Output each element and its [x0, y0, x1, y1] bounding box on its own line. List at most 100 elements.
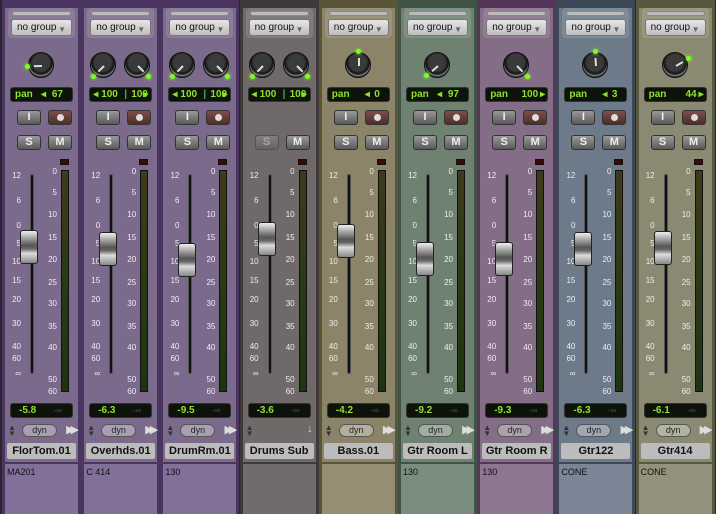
- solo-button[interactable]: S: [571, 135, 596, 150]
- dyn-button[interactable]: dyn: [101, 424, 137, 437]
- record-enable-button[interactable]: [364, 110, 389, 125]
- fast-forward-icon[interactable]: ▶▶: [145, 423, 158, 436]
- mute-button[interactable]: M: [48, 135, 72, 150]
- fast-forward-icon[interactable]: ▶▶: [541, 423, 554, 436]
- insert-button[interactable]: I: [175, 110, 200, 125]
- pan-knob[interactable]: [503, 52, 531, 80]
- group-selector[interactable]: no group ▼: [407, 19, 468, 36]
- comments-field[interactable]: 130: [163, 462, 237, 514]
- mute-button[interactable]: M: [285, 135, 310, 150]
- record-enable-button[interactable]: [127, 110, 152, 125]
- group-selector[interactable]: no group ▼: [327, 19, 389, 36]
- automation-mode-arrows-icon[interactable]: ▲ ▼: [562, 424, 570, 438]
- pan-knob[interactable]: [344, 48, 371, 78]
- record-enable-button[interactable]: [681, 110, 706, 125]
- fast-forward-icon[interactable]: ▶▶: [383, 423, 396, 436]
- pan-knob[interactable]: [582, 48, 609, 78]
- pan-knob-left[interactable]: [90, 52, 117, 80]
- comments-field[interactable]: 130: [401, 462, 474, 514]
- volume-display[interactable]: -9.5 -∞: [168, 403, 232, 418]
- volume-display[interactable]: -9.3 -∞: [485, 403, 549, 418]
- mute-button[interactable]: M: [206, 135, 231, 150]
- mute-button[interactable]: M: [523, 135, 548, 150]
- solo-button[interactable]: S: [413, 135, 437, 150]
- mute-button[interactable]: M: [602, 135, 627, 150]
- record-enable-button[interactable]: [206, 110, 231, 125]
- dyn-button[interactable]: dyn: [22, 424, 57, 437]
- solo-button[interactable]: S: [17, 135, 41, 150]
- fast-forward-icon[interactable]: ▶▶: [224, 423, 237, 436]
- solo-button[interactable]: S: [333, 135, 358, 150]
- insert-button[interactable]: I: [492, 110, 517, 125]
- volume-display[interactable]: -3.6 -∞: [247, 403, 311, 418]
- track-name[interactable]: Bass.01: [323, 443, 393, 459]
- group-selector[interactable]: no group ▼: [565, 19, 627, 36]
- group-selector[interactable]: no group ▼: [11, 19, 72, 36]
- pan-display[interactable]: ◂ 100 | 100 ▸: [89, 87, 153, 102]
- volume-display[interactable]: -9.2 -∞: [406, 403, 469, 418]
- comments-field[interactable]: [321, 462, 395, 514]
- arrow-down-icon[interactable]: ↓: [307, 423, 313, 435]
- track-name[interactable]: FlorTom.01: [7, 443, 76, 459]
- comments-field[interactable]: CONE: [559, 462, 633, 514]
- automation-mode-arrows-icon[interactable]: ▲ ▼: [166, 424, 174, 438]
- insert-button[interactable]: I: [650, 110, 675, 125]
- track-name[interactable]: Gtr122: [561, 443, 631, 459]
- solo-button[interactable]: S: [650, 135, 675, 150]
- automation-mode-arrows-icon[interactable]: ▲ ▼: [483, 424, 491, 438]
- solo-button[interactable]: S: [254, 135, 279, 150]
- pan-knob-left[interactable]: [169, 52, 196, 80]
- volume-fader[interactable]: [416, 242, 434, 277]
- automation-mode-arrows-icon[interactable]: ▲ ▼: [8, 424, 16, 438]
- mute-button[interactable]: M: [681, 135, 706, 150]
- volume-fader[interactable]: [257, 221, 276, 256]
- solo-button[interactable]: S: [96, 135, 121, 150]
- solo-button[interactable]: S: [492, 135, 517, 150]
- dyn-button[interactable]: dyn: [655, 424, 691, 437]
- group-selector[interactable]: no group ▼: [644, 19, 706, 36]
- group-selector[interactable]: no group ▼: [486, 19, 548, 36]
- track-name[interactable]: Gtr Room L: [403, 443, 472, 459]
- fast-forward-icon[interactable]: ▶▶: [66, 423, 79, 436]
- fast-forward-icon[interactable]: ▶▶: [462, 423, 475, 436]
- mute-button[interactable]: M: [127, 135, 152, 150]
- group-selector[interactable]: no group ▼: [169, 19, 231, 36]
- pan-display[interactable]: pan 44 ▸: [643, 87, 707, 102]
- volume-display[interactable]: -5.8 -∞: [10, 403, 73, 418]
- track-name[interactable]: Drums Sub: [244, 443, 314, 459]
- pan-knob-right[interactable]: [282, 52, 310, 80]
- comments-field[interactable]: 130: [480, 462, 554, 514]
- insert-button[interactable]: I: [17, 110, 41, 125]
- automation-mode-arrows-icon[interactable]: ▲ ▼: [404, 424, 412, 438]
- dyn-button[interactable]: dyn: [497, 424, 533, 437]
- track-name[interactable]: Gtr Room R: [482, 443, 552, 459]
- dyn-button[interactable]: dyn: [576, 424, 612, 437]
- pan-knob-right[interactable]: [124, 52, 152, 80]
- automation-mode-arrows-icon[interactable]: ▲ ▼: [87, 424, 95, 438]
- mute-button[interactable]: M: [364, 135, 389, 150]
- volume-fader[interactable]: [99, 231, 118, 266]
- pan-knob[interactable]: [661, 52, 691, 78]
- comments-field[interactable]: [242, 462, 316, 514]
- solo-button[interactable]: S: [175, 135, 200, 150]
- dyn-button[interactable]: dyn: [338, 424, 374, 437]
- volume-fader[interactable]: [336, 224, 355, 259]
- record-enable-button[interactable]: [523, 110, 548, 125]
- record-enable-button[interactable]: [444, 110, 468, 125]
- record-enable-button[interactable]: [602, 110, 627, 125]
- pan-knob[interactable]: [24, 52, 54, 78]
- insert-button[interactable]: I: [571, 110, 596, 125]
- pan-display[interactable]: ◂ 100 | 100 ▸: [168, 87, 232, 102]
- volume-fader[interactable]: [653, 230, 672, 265]
- volume-display[interactable]: -6.1 -∞: [643, 403, 707, 418]
- dyn-button[interactable]: dyn: [180, 424, 216, 437]
- record-enable-button[interactable]: [48, 110, 72, 125]
- volume-fader[interactable]: [574, 231, 593, 266]
- volume-display[interactable]: -6.3 -∞: [89, 403, 153, 418]
- volume-fader[interactable]: [178, 243, 197, 278]
- fast-forward-icon[interactable]: ▶▶: [620, 423, 633, 436]
- fast-forward-icon[interactable]: ▶▶: [700, 423, 713, 436]
- insert-button[interactable]: I: [96, 110, 121, 125]
- pan-display[interactable]: pan 3 ◂: [564, 87, 628, 102]
- comments-field[interactable]: CONE: [638, 462, 712, 514]
